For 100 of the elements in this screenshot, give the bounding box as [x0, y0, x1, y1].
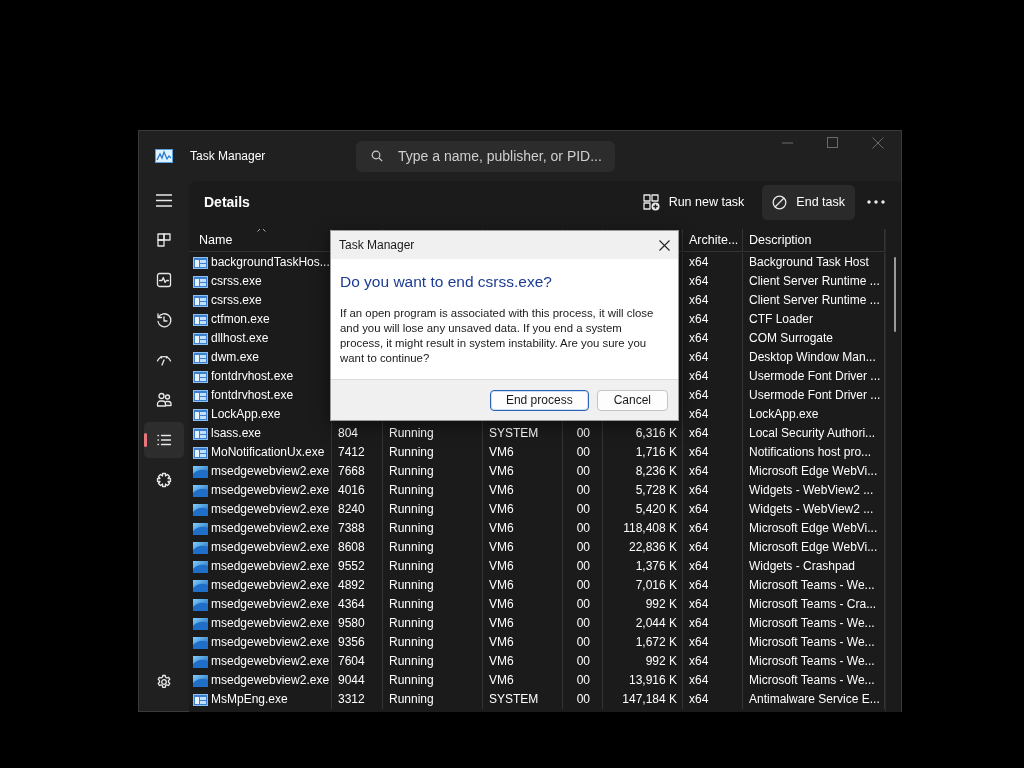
table-cell: 118,408 K: [623, 521, 677, 535]
table-cell: Running: [389, 540, 434, 554]
edge-process-icon: [193, 674, 208, 687]
process-name: msedgewebview2.exe: [211, 672, 330, 689]
end-task-button[interactable]: End task: [762, 184, 855, 220]
table-cell: 7,016 K: [635, 578, 677, 592]
table-cell: 00: [576, 616, 590, 630]
table-cell: Microsoft Teams - We...: [749, 635, 875, 649]
table-cell: x64: [689, 445, 709, 459]
menu-icon: [156, 193, 172, 207]
table-cell: x64: [689, 350, 709, 364]
run-new-task-button[interactable]: Run new task: [632, 184, 755, 220]
window-process-icon: [193, 370, 208, 383]
table-cell: VM6: [489, 654, 514, 668]
edge-process-icon: [193, 522, 208, 535]
nav-tab[interactable]: [144, 422, 184, 458]
table-cell: 7412: [338, 445, 365, 459]
table-cell: VM6: [489, 559, 514, 573]
table-cell: Running: [389, 464, 434, 478]
edge-process-icon: [193, 579, 208, 592]
process-name: msedgewebview2.exe: [211, 520, 330, 537]
search-icon: [371, 150, 383, 162]
table-cell: VM6: [489, 597, 514, 611]
table-cell: 00: [576, 559, 590, 573]
maximize-icon[interactable]: [827, 137, 838, 148]
table-cell: 00: [576, 540, 590, 554]
table-cell: Notifications host pro...: [749, 445, 872, 459]
edge-process-icon: [193, 541, 208, 554]
table-cell: Running: [389, 521, 434, 535]
table-cell: 6,316 K: [635, 426, 677, 440]
grid-icon: [155, 231, 173, 249]
window-process-icon: [193, 351, 208, 364]
table-cell: x64: [689, 521, 709, 535]
process-name: msedgewebview2.exe: [211, 539, 330, 556]
confirm-button[interactable]: End process: [489, 389, 589, 411]
column-header[interactable]: Description: [749, 233, 812, 247]
window-process-icon: [193, 693, 208, 706]
table-cell: Running: [389, 654, 434, 668]
edge-process-icon: [193, 617, 208, 630]
dialog-message: If an open program is associated with this process, it will close and you will lose any unsaved data. If you end a system process, it might result in system instability. Are you sure you want to continue?: [340, 306, 655, 366]
prohibited-icon: [772, 194, 788, 210]
table-cell: x64: [689, 426, 709, 440]
table-cell: x64: [689, 502, 709, 516]
table-cell: 1,672 K: [635, 635, 677, 649]
cancel-button[interactable]: Cancel: [596, 389, 668, 411]
table-cell: Antimalware Service E...: [749, 692, 880, 706]
table-cell: Desktop Window Man...: [749, 350, 876, 364]
process-name: MoNotificationUx.exe: [211, 444, 325, 461]
table-cell: x64: [689, 331, 709, 345]
table-cell: 1,376 K: [635, 559, 677, 573]
table-cell: 00: [576, 635, 590, 649]
window-process-icon: [193, 427, 208, 440]
table-cell: x64: [689, 464, 709, 478]
edge-process-icon: [193, 484, 208, 497]
table-cell: VM6: [489, 521, 514, 535]
dialog-title: Task Manager: [339, 238, 415, 252]
table-cell: 13,916 K: [628, 673, 677, 687]
table-cell: Running: [389, 673, 434, 687]
table-cell: Widgets - WebView2 ...: [749, 483, 874, 497]
table-cell: CTF Loader: [749, 312, 814, 326]
table-cell: x64: [689, 293, 709, 307]
close-icon[interactable]: [659, 239, 670, 251]
table-cell: Running: [389, 426, 434, 440]
process-name: msedgewebview2.exe: [211, 577, 330, 594]
table-cell: 7388: [338, 521, 365, 535]
table-cell: Microsoft Edge WebVi...: [749, 521, 878, 535]
edge-process-icon: [193, 560, 208, 573]
table-cell: x64: [689, 407, 709, 421]
column-header[interactable]: Name: [199, 233, 233, 247]
table-cell: Microsoft Edge WebVi...: [749, 464, 878, 478]
table-cell: Usermode Font Driver ...: [749, 369, 881, 383]
column-header[interactable]: Archite...: [689, 233, 739, 247]
process-name: MsMpEng.exe: [211, 691, 288, 708]
table-cell: Running: [389, 597, 434, 611]
process-name: backgroundTaskHos...: [211, 254, 330, 271]
table-cell: 1,716 K: [635, 445, 677, 459]
table-cell: VM6: [489, 502, 514, 516]
process-name: fontdrvhost.exe: [211, 368, 294, 385]
table-cell: 4892: [338, 578, 365, 592]
table-cell: x64: [689, 635, 709, 649]
table-cell: x64: [689, 369, 709, 383]
history-icon: [155, 311, 173, 329]
window-process-icon: [193, 256, 208, 269]
edge-process-icon: [193, 655, 208, 668]
table-cell: 8240: [338, 502, 365, 516]
window-process-icon: [193, 275, 208, 288]
table-cell: Background Task Host: [749, 255, 869, 269]
table-cell: Microsoft Teams - We...: [749, 654, 875, 668]
window-process-icon: [193, 446, 208, 459]
search-field[interactable]: Type a name, publisher, or PID...: [356, 140, 615, 172]
table-cell: VM6: [489, 673, 514, 687]
scrollbar-thumb[interactable]: [894, 257, 896, 332]
table-cell: 8608: [338, 540, 365, 554]
table-cell: 00: [576, 673, 590, 687]
table-cell: VM6: [489, 464, 514, 478]
window-process-icon: [193, 332, 208, 345]
process-name: msedgewebview2.exe: [211, 596, 330, 613]
table-cell: 00: [576, 426, 590, 440]
table-cell: x64: [689, 597, 709, 611]
table-cell: 00: [576, 597, 590, 611]
